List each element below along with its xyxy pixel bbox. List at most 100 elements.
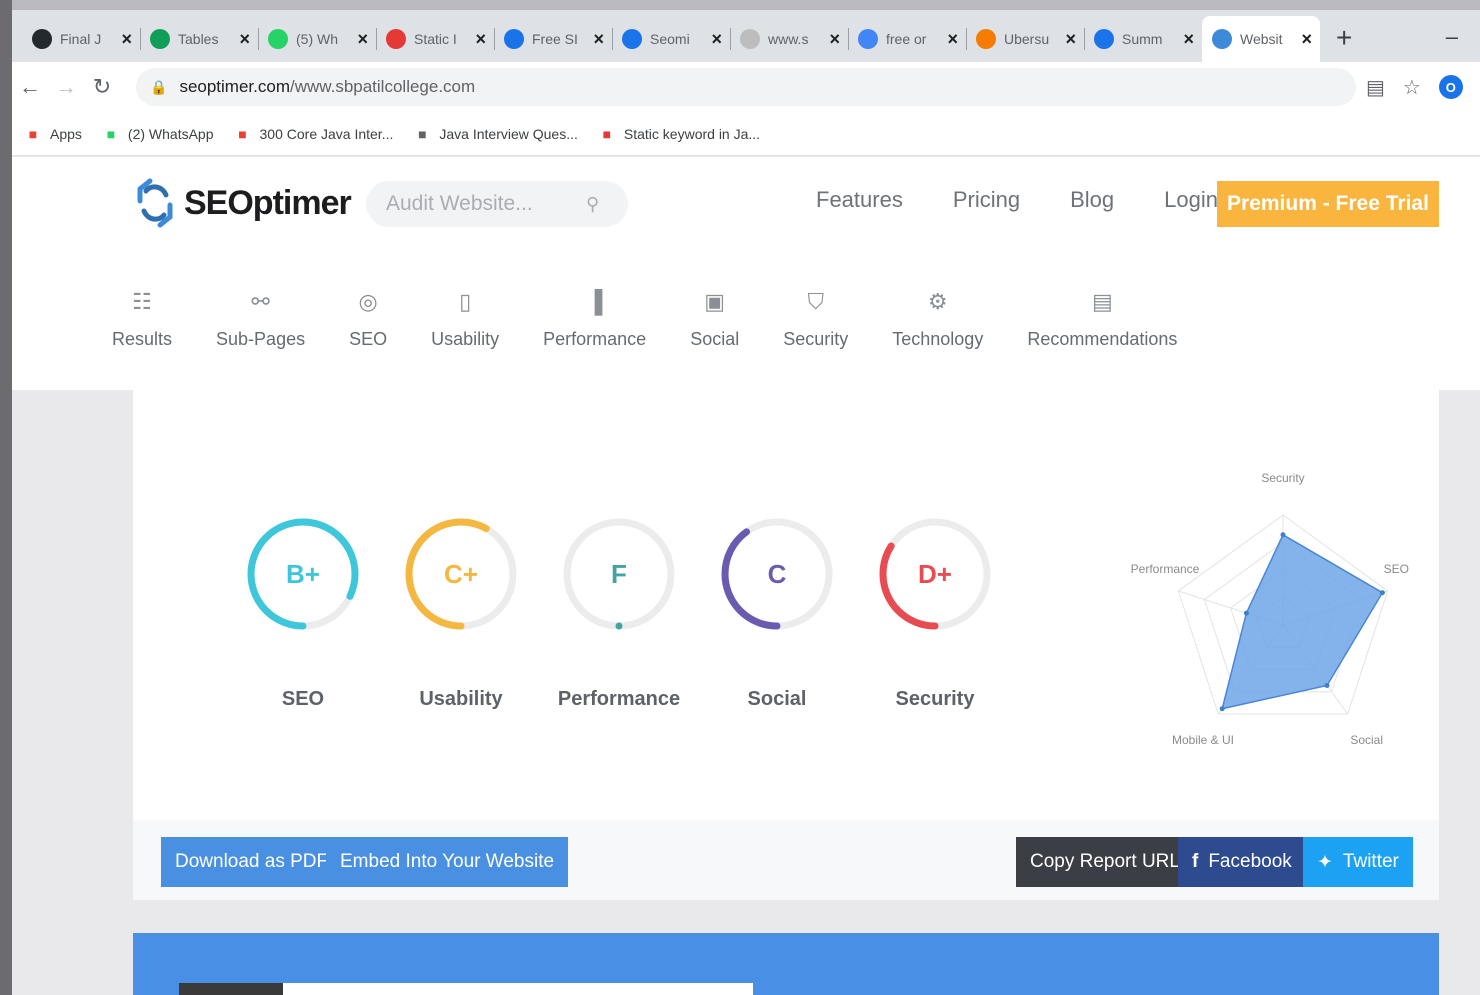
nav-blog-link[interactable]: Blog	[1070, 187, 1114, 213]
subnav-technology[interactable]: ⚙ Technology	[892, 289, 983, 350]
close-icon[interactable]: ×	[829, 29, 840, 50]
whatsapp-icon	[268, 29, 288, 49]
browser-tab[interactable]: www.s ×	[730, 16, 848, 62]
minimize-button[interactable]: –	[1446, 24, 1458, 50]
tab-title: Seomi	[650, 31, 690, 47]
audit-website-field[interactable]: ⚲	[366, 181, 628, 227]
subnav-label: Results	[112, 329, 173, 349]
diamond-icon: ■	[418, 125, 427, 142]
bookmark-item[interactable]: ■ 300 Core Java Inter...	[234, 125, 393, 143]
subnav-recommendations[interactable]: ▤ Recommendations	[1027, 289, 1177, 350]
browser-tab[interactable]: (5) Wh ×	[258, 16, 376, 62]
twitter-share-button[interactable]: ✦ Twitter	[1303, 837, 1413, 887]
radar-axis-label: Performance	[1131, 562, 1200, 576]
google-icon	[858, 29, 878, 49]
bookmark-item[interactable]: ■ Static keyword in Ja...	[598, 125, 760, 143]
clipboard-icon: ▤	[1091, 289, 1113, 314]
browser-tab[interactable]: Free SI ×	[494, 16, 612, 62]
lock-icon[interactable]: 🔒	[150, 79, 167, 96]
radar-point	[1280, 532, 1286, 538]
twitter-icon: ✦	[1317, 851, 1333, 873]
bookmark-label: Java Interview Ques...	[439, 125, 578, 142]
tab-title: Free SI	[532, 31, 578, 47]
subnav-security[interactable]: ⛉ Security	[783, 289, 848, 350]
radar-point	[1379, 590, 1385, 596]
browser-tab[interactable]: Final J ×	[22, 16, 140, 62]
reload-icon[interactable]: ↻	[84, 74, 120, 100]
bookmark-item[interactable]: ■ Java Interview Ques...	[413, 125, 578, 143]
subnav-results[interactable]: ☷ Results	[112, 289, 172, 350]
subnav-seo[interactable]: ◎ SEO	[349, 289, 387, 350]
github-icon	[32, 29, 52, 49]
copy-report-url-button[interactable]: Copy Report URL	[1016, 837, 1194, 887]
browser-tab[interactable]: Websit ×	[1202, 16, 1320, 62]
new-tab-button[interactable]: +	[1336, 22, 1352, 54]
download-pdf-button[interactable]: Download as PDF	[161, 837, 343, 887]
radar-point	[1243, 610, 1249, 616]
profile-avatar[interactable]: O	[1438, 75, 1463, 99]
close-icon[interactable]: ×	[711, 29, 722, 50]
search-icon[interactable]: ⚲	[586, 194, 599, 215]
close-icon[interactable]: ×	[1065, 29, 1076, 50]
radar-point	[1324, 683, 1330, 688]
grade-letter: B+	[286, 559, 320, 589]
whatsapp-icon: ■	[106, 125, 116, 142]
browser-tab[interactable]: Summ ×	[1084, 16, 1202, 62]
bookmark-item[interactable]: ■ Apps	[24, 125, 82, 143]
tab-title: Static I	[414, 31, 457, 47]
premium-free-trial-button[interactable]: Premium - Free Trial	[1217, 181, 1439, 227]
close-icon[interactable]: ×	[1183, 29, 1194, 50]
forward-arrow-icon[interactable]: →	[48, 74, 84, 100]
bookmarks-bar: ■ Apps ■ (2) WhatsApp ■ 300 Core Java Inter..…	[12, 112, 1480, 156]
radar-axis-label: Security	[1261, 471, 1304, 485]
blank-page-icon	[740, 29, 760, 49]
subnav-sub-pages[interactable]: ⚯ Sub-Pages	[216, 289, 305, 350]
close-icon[interactable]: ×	[121, 29, 132, 50]
report-actions-bar: Download as PDF Embed Into Your Website …	[133, 820, 1439, 900]
grade-label: SEO	[281, 688, 325, 710]
close-icon[interactable]: ×	[357, 29, 368, 50]
translate-icon[interactable]: ▤	[1366, 75, 1385, 100]
window-frame-top	[0, 0, 1480, 10]
target-icon: ◎	[358, 289, 378, 314]
facebook-icon: f	[1192, 851, 1199, 872]
subnav-performance[interactable]: ▐ Performance	[543, 289, 646, 350]
nav-pricing-link[interactable]: Pricing	[953, 187, 1020, 213]
url-text[interactable]: seoptimer.com/www.sbpatilcollege.com	[179, 77, 475, 97]
bar-chart-icon: ▐	[586, 289, 603, 314]
browser-tab[interactable]: free or ×	[848, 16, 966, 62]
close-icon[interactable]: ×	[239, 29, 250, 50]
browser-tab[interactable]: Ubersu ×	[966, 16, 1084, 62]
grade-ring: D+	[879, 518, 991, 630]
nav-login-link[interactable]: Login	[1164, 187, 1218, 213]
subnav-social[interactable]: ▣ Social	[690, 289, 739, 350]
subnav-usability[interactable]: ▯ Usability	[431, 289, 499, 350]
nav-features-link[interactable]: Features	[816, 187, 903, 213]
address-bar[interactable]: 🔒 seoptimer.com/www.sbpatilcollege.com	[136, 68, 1356, 106]
pen-icon	[1094, 29, 1114, 49]
sheets-icon	[150, 29, 170, 49]
v-logo-icon	[386, 29, 406, 49]
browser-tab[interactable]: Static I ×	[376, 16, 494, 62]
subnav-label: Technology	[892, 329, 984, 349]
close-icon[interactable]: ×	[947, 29, 958, 50]
audit-website-input[interactable]	[386, 192, 586, 216]
grade-ring: B+	[247, 518, 359, 630]
grade-letter: F	[611, 559, 627, 589]
close-icon[interactable]: ×	[475, 29, 486, 50]
bookmark-item[interactable]: ■ (2) WhatsApp	[102, 125, 214, 143]
seoptimer-icon	[1212, 29, 1232, 49]
top-navigation: Features Pricing Blog Login	[816, 187, 1218, 213]
facebook-share-button[interactable]: f Facebook	[1178, 837, 1306, 887]
report-summary-card: B+ SEO C+ Usability F Performance C Social D+ Sec…	[133, 390, 1439, 820]
embed-website-button[interactable]: Embed Into Your Website	[326, 837, 569, 887]
bookmark-star-icon[interactable]: ☆	[1403, 75, 1421, 100]
back-arrow-icon[interactable]: ←	[12, 74, 48, 100]
close-icon[interactable]: ×	[593, 29, 604, 50]
close-icon[interactable]: ×	[1301, 29, 1312, 50]
shield-icon: ⛉	[807, 289, 824, 314]
browser-tab[interactable]: Seomi ×	[612, 16, 730, 62]
subnav-label: SEO	[349, 329, 388, 349]
seoptimer-logo[interactable]: SEOptimer	[130, 175, 352, 231]
browser-tab[interactable]: Tables ×	[140, 16, 258, 62]
